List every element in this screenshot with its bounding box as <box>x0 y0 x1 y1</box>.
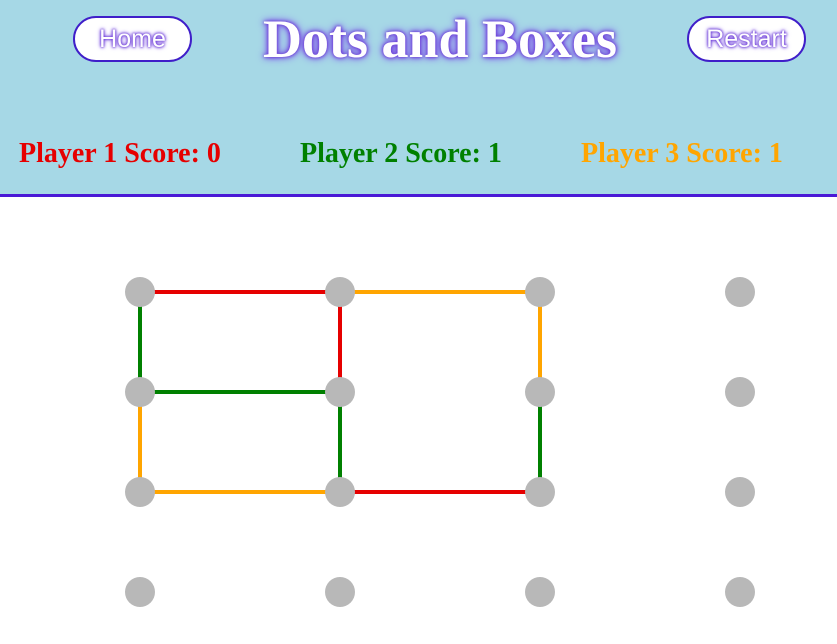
board-dot[interactable] <box>525 577 555 607</box>
board-dot[interactable] <box>325 277 355 307</box>
board-dot[interactable] <box>525 477 555 507</box>
board-dot[interactable] <box>325 377 355 407</box>
board-dot[interactable] <box>325 477 355 507</box>
player-3-score: Player 3 Score: 1 <box>581 138 783 169</box>
player-2-score: Player 2 Score: 1 <box>300 138 502 169</box>
board-dot[interactable] <box>525 277 555 307</box>
board-dot[interactable] <box>525 377 555 407</box>
restart-button[interactable]: Restart <box>687 16 806 62</box>
board-dot[interactable] <box>125 377 155 407</box>
board-dot[interactable] <box>125 577 155 607</box>
board-dot[interactable] <box>325 577 355 607</box>
header-bar: Home Dots and Boxes Restart Player 1 Sco… <box>0 0 837 197</box>
board-dot[interactable] <box>125 277 155 307</box>
board-dot[interactable] <box>725 377 755 407</box>
board-dot[interactable] <box>725 577 755 607</box>
board-dot[interactable] <box>725 277 755 307</box>
board-dot[interactable] <box>125 477 155 507</box>
game-board[interactable] <box>0 197 837 644</box>
dots-layer <box>125 277 755 607</box>
player-1-score: Player 1 Score: 0 <box>19 138 221 169</box>
board-dot[interactable] <box>725 477 755 507</box>
